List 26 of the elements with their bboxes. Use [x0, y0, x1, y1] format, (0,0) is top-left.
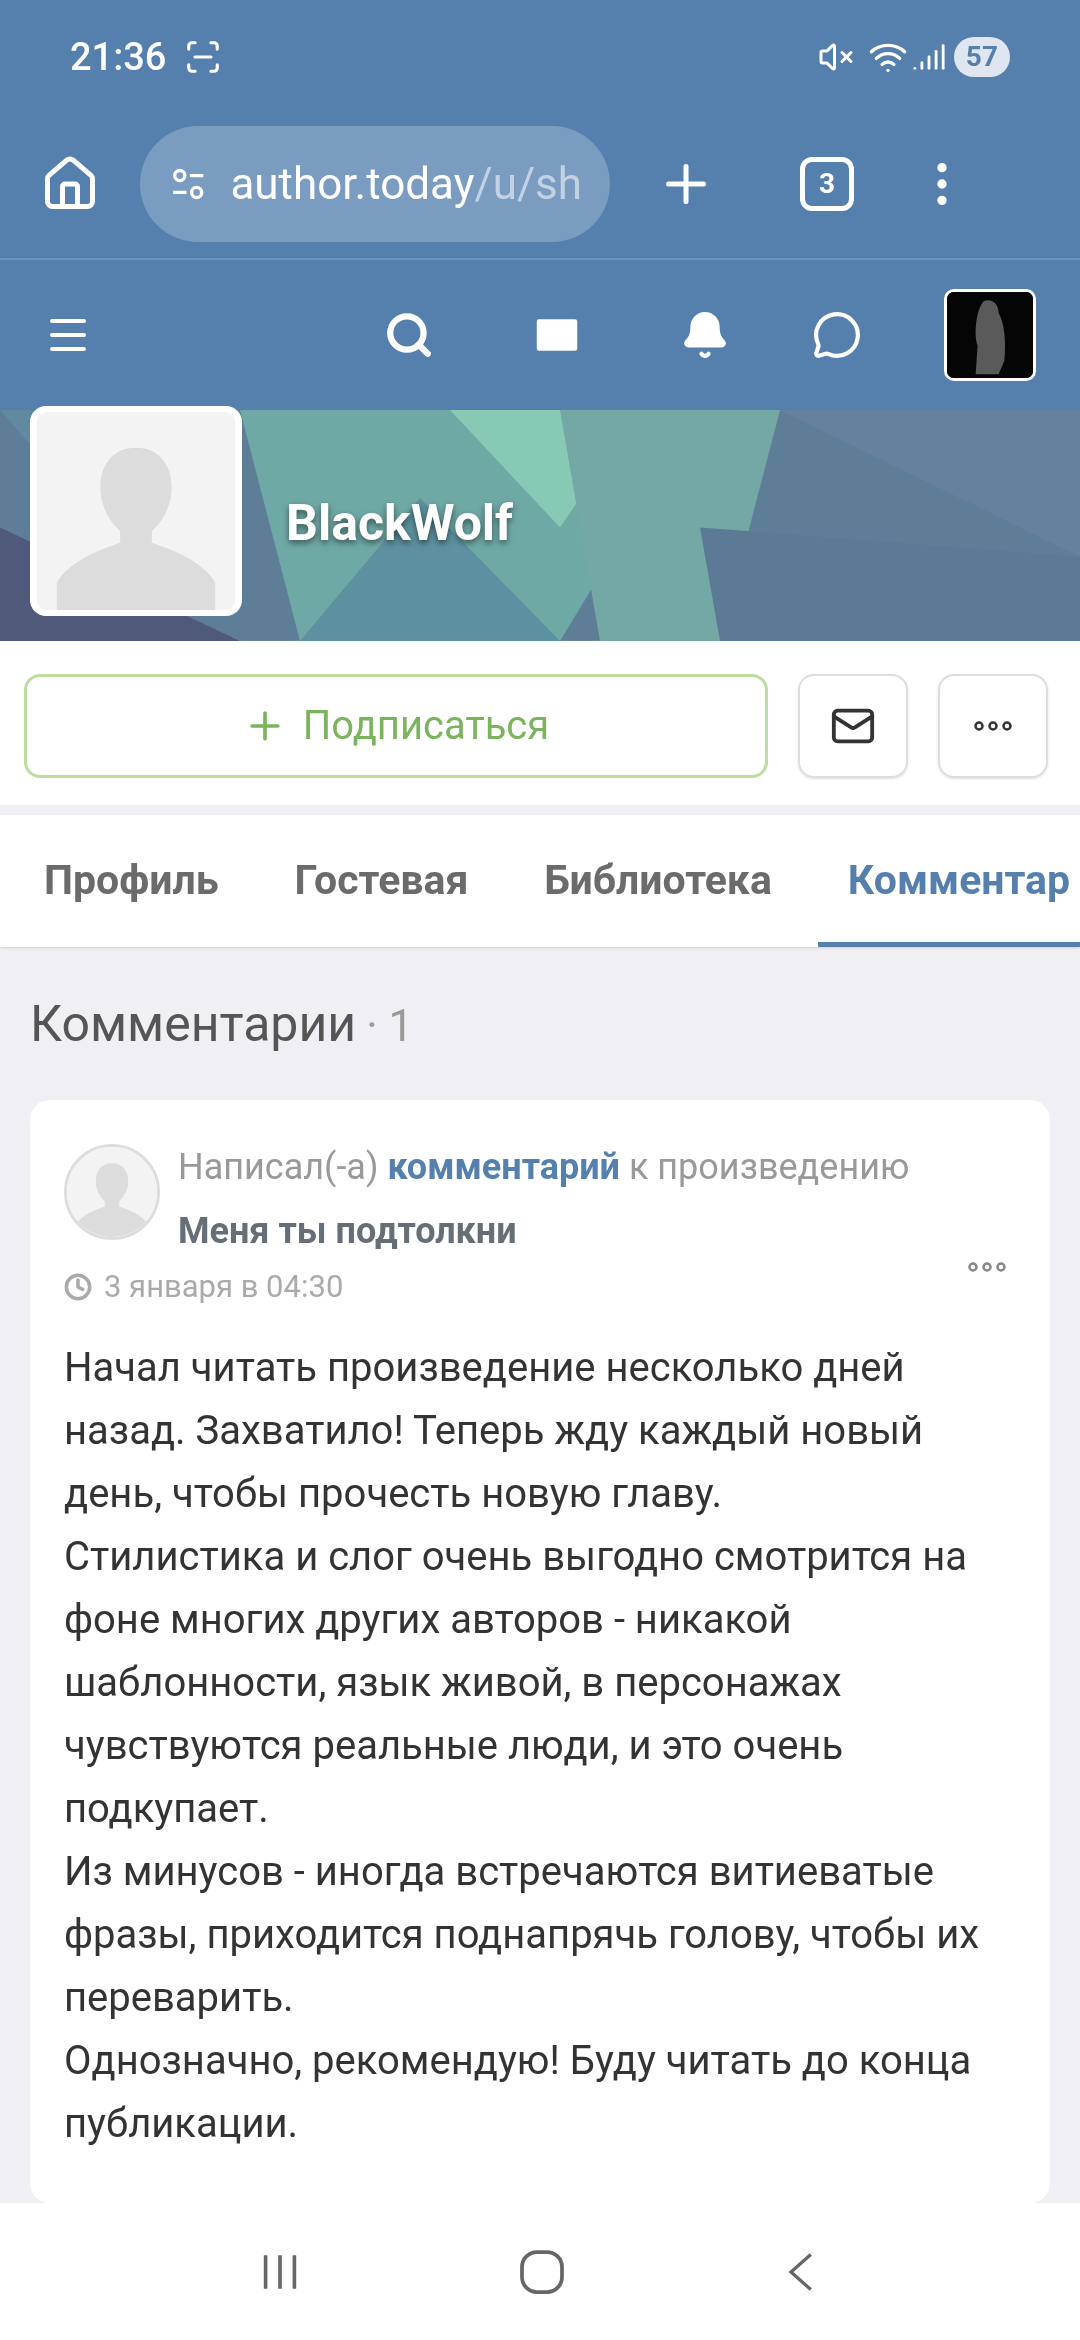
- profile-tab[interactable]: Комментар: [817, 815, 1080, 947]
- comment-header: Написал(-а) комментарий к произведению: [178, 1144, 910, 1190]
- address-bar[interactable]: author.today/u/sh: [140, 126, 610, 242]
- comment-count: · 1: [366, 998, 414, 1054]
- profile-tab[interactable]: Библиотека: [514, 815, 802, 947]
- user-avatar[interactable]: [944, 289, 1036, 381]
- tab-count[interactable]: 3: [800, 157, 854, 211]
- comment-paragraph: Однозначно, рекомендую! Буду читать до конца публикации.: [64, 2036, 973, 2149]
- more-icon[interactable]: [966, 1260, 1008, 1273]
- comment-paragraph: Стилистика и слог очень выгодно смотрится на фоне многих других авторов - никакой шаблонности, язык живой, в персонажах чувствуются реальные люди, и это очень подкупает.: [64, 1532, 968, 1834]
- clock-icon: [64, 1272, 92, 1301]
- comment-paragraph: Из минусов - иногда встречаются витиеватые фразы, приходится поднапрячь голову, чтобы их переварить.: [64, 1847, 981, 2023]
- profile-tab[interactable]: Профиль: [14, 815, 249, 947]
- more-icon: [973, 720, 1013, 733]
- work-title-link[interactable]: Меня ты подтолкни: [178, 1203, 910, 1258]
- profile-tab[interactable]: Гостевая: [264, 815, 499, 947]
- profile-name: BlackWolf: [286, 493, 513, 554]
- status-time: 21:36: [70, 33, 167, 81]
- chat-icon[interactable]: [812, 310, 862, 360]
- comment-paragraph: Начал читать произведение несколько дней назад. Захватило! Теперь жду каждый новый день, чтобы прочесть новую главу.: [64, 1343, 925, 1519]
- message-button[interactable]: [798, 674, 908, 779]
- url-text: author.today/u/sh: [230, 157, 582, 212]
- battery-level: 57: [953, 37, 1010, 77]
- section-title: Комментарии: [30, 993, 357, 1055]
- comment-date: 3 января в 04:30: [104, 1266, 344, 1307]
- search-icon[interactable]: [384, 310, 434, 360]
